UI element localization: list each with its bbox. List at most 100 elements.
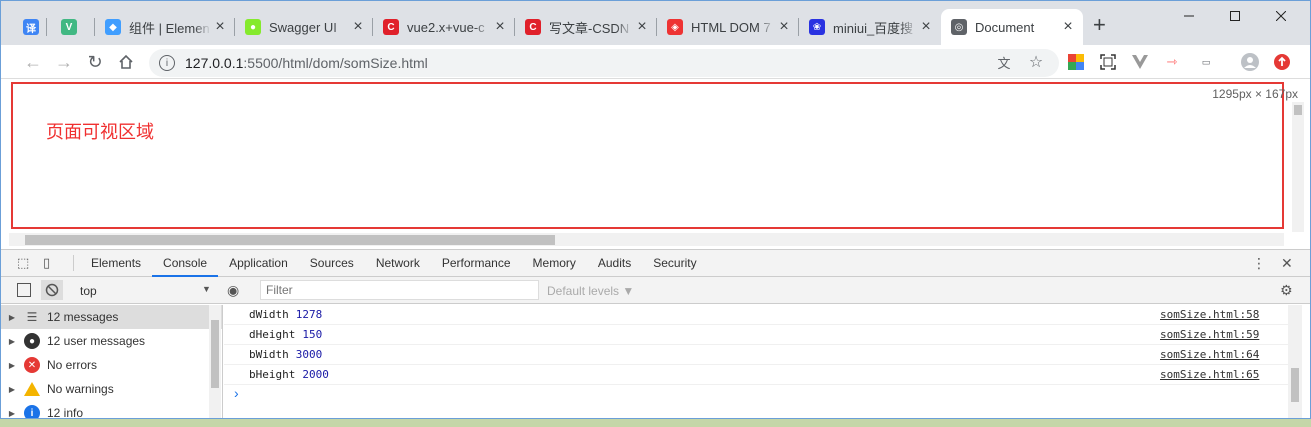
tab-close-icon[interactable]: × (775, 18, 793, 36)
devtools-tab-console[interactable]: Console (152, 250, 219, 277)
vue-icon: V (61, 19, 77, 35)
expand-arrow-icon[interactable]: ▶ (5, 313, 19, 322)
profile-avatar-icon[interactable] (1241, 53, 1259, 71)
filter-input[interactable] (260, 280, 539, 300)
log-key: dHeight (249, 328, 296, 341)
expand-arrow-icon[interactable]: ▶ (5, 361, 19, 370)
reload-button[interactable]: ↻ (85, 52, 105, 72)
tab-close-icon[interactable]: × (211, 18, 229, 36)
tab-close-icon[interactable]: × (491, 18, 509, 36)
vertical-scroll-thumb[interactable] (1294, 105, 1302, 115)
devtools-tab-application[interactable]: Application (218, 250, 299, 277)
device-toolbar-icon[interactable]: ▯ (43, 255, 59, 271)
sidebar-item-label: 12 user messages (47, 334, 146, 348)
log-source-link[interactable]: somSize.html:65 (1160, 368, 1259, 381)
log-levels-select[interactable]: Default levels ▼ (547, 284, 634, 298)
eye-icon[interactable]: ◉ (227, 282, 239, 299)
sidebar-item-label: No errors (47, 358, 98, 372)
devtools-tab-network[interactable]: Network (365, 250, 431, 277)
globe-icon: ◎ (951, 19, 967, 35)
devtools-tab-sources[interactable]: Sources (299, 250, 365, 277)
extension-arrow-icon[interactable]: ⇾ (1163, 53, 1181, 71)
sidebar-item-label: 12 info (47, 406, 84, 419)
settings-gear-icon[interactable]: ⚙ (1280, 282, 1293, 299)
tab-label: 组件 | Elemen (129, 20, 210, 36)
more-options-icon[interactable]: ⋮ (1252, 255, 1266, 272)
horizontal-scroll-thumb[interactable] (25, 235, 555, 245)
devtools-tab-performance[interactable]: Performance (431, 250, 522, 277)
tab-2[interactable]: ◆ 组件 | Elemen × (95, 9, 235, 45)
devtools-tab-security[interactable]: Security (642, 250, 707, 277)
screenshot-extension-icon[interactable] (1099, 53, 1117, 71)
back-button[interactable]: ← (23, 52, 43, 72)
devtools-tab-memory[interactable]: Memory (522, 250, 587, 277)
sidebar-item-3[interactable]: ▶! No warnings (1, 377, 222, 401)
sidebar-item-0[interactable]: ▶ ☰ 12 messages (1, 305, 222, 329)
minimize-button[interactable] (1166, 1, 1212, 31)
log-key: bWidth (249, 348, 289, 361)
log-source-link[interactable]: somSize.html:64 (1160, 348, 1259, 361)
log-source-link[interactable]: somSize.html:59 (1160, 328, 1259, 341)
list-icon: ☰ (26, 310, 38, 324)
console-prompt[interactable]: › (224, 385, 1288, 405)
tab-4[interactable]: Cvue2.x+vue-c × (373, 9, 515, 45)
vertical-scrollbar[interactable] (1292, 102, 1304, 232)
tab-close-icon[interactable]: × (1059, 18, 1077, 36)
bookmark-star-icon[interactable]: ☆ (1027, 53, 1045, 71)
tab-close-icon[interactable]: × (633, 18, 651, 36)
warning-icon: ! (24, 382, 40, 396)
runoob-icon: ◈ (667, 19, 683, 35)
sidebar-item-1[interactable]: ▶ ● 12 user messages (1, 329, 222, 353)
browser-window: 译 V ◆ 组件 | Elemen × ● Swagger UI × Cvue2.x+vue-c… (0, 0, 1311, 419)
log-key: bHeight (249, 368, 296, 381)
tab-5[interactable]: C 写文章-CSDN × (515, 9, 657, 45)
log-value: 2000 (302, 368, 329, 381)
expand-arrow-icon[interactable]: ▶ (5, 409, 19, 418)
devtools-tab-audits[interactable]: Audits (587, 250, 642, 277)
clear-console-icon[interactable] (41, 280, 63, 300)
sidebar-scrollbar[interactable] (209, 305, 221, 418)
context-dropdown-icon[interactable]: ▼ (202, 284, 211, 294)
extension-box-icon[interactable]: ▭ (1197, 53, 1215, 71)
sidebar-toggle-icon[interactable] (17, 283, 31, 297)
log-row: dWidth 1278 somSize.html:58 (224, 305, 1288, 325)
tab-close-icon[interactable]: × (349, 18, 367, 36)
sidebar-item-4[interactable]: ▶ i 12 info (1, 401, 222, 419)
page-heading: 页面可视区域 (46, 122, 154, 143)
tab-label: 写文章-CSDN (549, 20, 630, 36)
log-scrollbar[interactable] (1288, 305, 1302, 418)
error-icon: ✕ (24, 357, 40, 373)
inspect-element-icon[interactable]: ⬚ (17, 255, 33, 271)
tab-0[interactable]: 译 (13, 9, 47, 45)
maximize-button[interactable] (1212, 1, 1258, 31)
translate-page-icon[interactable]: 文 (995, 53, 1013, 71)
tab-8[interactable]: ◎ Document × (941, 9, 1083, 45)
info-icon[interactable]: i (159, 55, 175, 71)
forward-button[interactable]: → (54, 52, 74, 72)
new-tab-button[interactable]: + (1093, 14, 1106, 36)
log-source-link[interactable]: somSize.html:58 (1160, 308, 1259, 321)
tab-3[interactable]: ● Swagger UI × (235, 9, 373, 45)
extension-color-icon[interactable] (1067, 53, 1085, 71)
expand-arrow-icon[interactable]: ▶ (5, 337, 19, 346)
vue-devtools-icon[interactable] (1131, 53, 1149, 71)
url-path: :5500/html/dom/somSize.html (243, 55, 428, 71)
context-select[interactable]: top (80, 284, 97, 298)
address-bar[interactable]: i 127.0.0.1:5500/html/dom/somSize.html (149, 49, 1059, 77)
tab-7[interactable]: ❀ miniui_百度搜 × (799, 9, 941, 45)
close-devtools-icon[interactable]: ✕ (1281, 255, 1293, 272)
tab-6[interactable]: ◈ HTML DOM 7 × (657, 9, 799, 45)
expand-arrow-icon[interactable]: ▶ (5, 385, 19, 394)
update-icon[interactable] (1273, 53, 1291, 71)
devtools-tab-elements[interactable]: Elements (80, 250, 152, 277)
close-window-button[interactable] (1258, 1, 1304, 31)
sidebar-item-2[interactable]: ▶ ✕ No errors (1, 353, 222, 377)
translate-icon: 译 (23, 19, 39, 35)
sidebar-item-label: No warnings (47, 382, 114, 396)
log-key: dWidth (249, 308, 289, 321)
tab-1[interactable]: V (51, 9, 95, 45)
sidebar-item-label: 12 messages (47, 310, 119, 324)
tab-close-icon[interactable]: × (917, 18, 935, 36)
horizontal-scrollbar[interactable] (9, 233, 1284, 246)
home-button[interactable] (116, 52, 136, 72)
